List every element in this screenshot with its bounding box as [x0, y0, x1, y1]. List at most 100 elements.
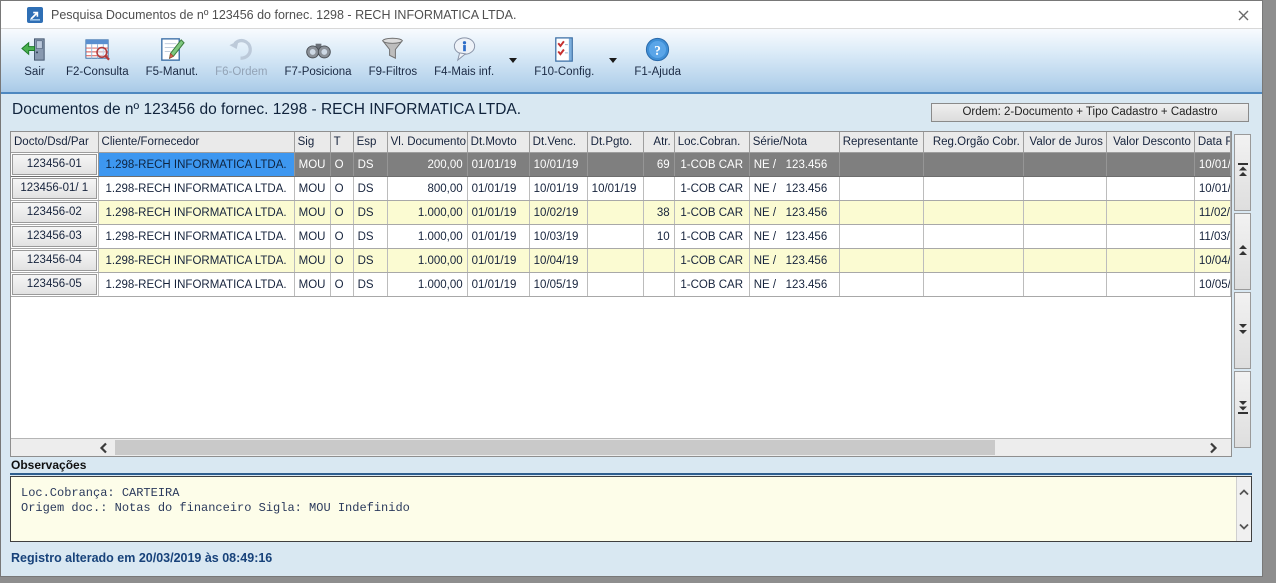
cell-sig[interactable]: MOU — [294, 225, 330, 249]
column-header[interactable]: Loc.Cobran. — [674, 132, 749, 153]
cell-valor_juros[interactable] — [1023, 177, 1106, 201]
cell-valor[interactable]: 1.000,00 — [387, 273, 467, 297]
cell-cliente[interactable]: 1.298-RECH INFORMATICA LTDA. — [98, 273, 294, 297]
cell-atr[interactable] — [643, 273, 674, 297]
cell-loc_cobran[interactable]: 1-COB CAR — [674, 225, 749, 249]
cell-loc_cobran[interactable]: 1-COB CAR — [674, 201, 749, 225]
toolbar-button-f4-mais-inf[interactable]: F4-Mais inf. — [429, 33, 499, 78]
cell-valor_juros[interactable] — [1023, 225, 1106, 249]
cell-serie_nota[interactable]: NE / 123.456 — [749, 273, 839, 297]
cell-valor_juros[interactable] — [1023, 273, 1106, 297]
cell-valor[interactable]: 1.000,00 — [387, 225, 467, 249]
cell-docto[interactable]: 123456-03 — [11, 225, 98, 249]
cell-dt_venc[interactable]: 10/01/19 — [529, 177, 587, 201]
cell-t[interactable]: O — [330, 177, 353, 201]
row-header-button[interactable]: 123456-01 — [12, 154, 97, 175]
cell-valor_desconto[interactable] — [1106, 177, 1194, 201]
column-header[interactable]: Vl. Documento — [387, 132, 467, 153]
cell-dt_venc[interactable]: 10/05/19 — [529, 273, 587, 297]
scroll-last-button[interactable] — [1234, 371, 1251, 448]
cell-data_f[interactable]: 11/03/ — [1194, 225, 1230, 249]
table-row[interactable]: 123456-01/ 11.298-RECH INFORMATICA LTDA.… — [11, 177, 1231, 201]
cell-atr[interactable] — [643, 177, 674, 201]
cell-docto[interactable]: 123456-01 — [11, 153, 98, 177]
scrollbar-thumb[interactable] — [115, 440, 995, 455]
cell-representante[interactable] — [839, 177, 923, 201]
toolbar-button-f10-config[interactable]: F10-Config. — [529, 33, 599, 78]
textarea-scrollbar[interactable] — [1236, 477, 1251, 541]
chevron-right-icon[interactable] — [1209, 441, 1218, 457]
cell-serie_nota[interactable]: NE / 123.456 — [749, 177, 839, 201]
cell-reg_orgao_cobr[interactable] — [923, 225, 1023, 249]
cell-t[interactable]: O — [330, 249, 353, 273]
table-row[interactable]: 123456-021.298-RECH INFORMATICA LTDA.MOU… — [11, 201, 1231, 225]
cell-docto[interactable]: 123456-05 — [11, 273, 98, 297]
cell-dt_venc[interactable]: 10/03/19 — [529, 225, 587, 249]
cell-valor_juros[interactable] — [1023, 249, 1106, 273]
cell-dt_venc[interactable]: 10/01/19 — [529, 153, 587, 177]
toolbar-button-f5-manut[interactable]: F5-Manut. — [141, 33, 203, 78]
cell-sig[interactable]: MOU — [294, 201, 330, 225]
cell-dt_venc[interactable]: 10/04/19 — [529, 249, 587, 273]
column-header[interactable]: Atr. — [643, 132, 674, 153]
table-row[interactable]: 123456-051.298-RECH INFORMATICA LTDA.MOU… — [11, 273, 1231, 297]
column-header[interactable]: Reg.Orgão Cobr. — [923, 132, 1023, 153]
cell-dt_pgto[interactable]: 10/01/19 — [587, 177, 643, 201]
cell-dt_movto[interactable]: 01/01/19 — [467, 273, 529, 297]
cell-esp[interactable]: DS — [353, 201, 387, 225]
cell-esp[interactable]: DS — [353, 225, 387, 249]
column-header[interactable]: Dt.Venc. — [529, 132, 587, 153]
column-header[interactable]: Dt.Movto — [467, 132, 529, 153]
cell-esp[interactable]: DS — [353, 273, 387, 297]
cell-t[interactable]: O — [330, 273, 353, 297]
cell-representante[interactable] — [839, 201, 923, 225]
table-row[interactable]: 123456-011.298-RECH INFORMATICA LTDA.MOU… — [11, 153, 1231, 177]
cell-reg_orgao_cobr[interactable] — [923, 177, 1023, 201]
cell-serie_nota[interactable]: NE / 123.456 — [749, 249, 839, 273]
cell-valor_juros[interactable] — [1023, 153, 1106, 177]
cell-t[interactable]: O — [330, 153, 353, 177]
toolbar-button-f9-filtros[interactable]: F9-Filtros — [364, 33, 423, 78]
cell-serie_nota[interactable]: NE / 123.456 — [749, 225, 839, 249]
column-header[interactable]: Representante — [839, 132, 923, 153]
cell-valor_desconto[interactable] — [1106, 273, 1194, 297]
dropdown-arrow-icon[interactable] — [609, 58, 617, 67]
cell-t[interactable]: O — [330, 225, 353, 249]
cell-dt_movto[interactable]: 01/01/19 — [467, 201, 529, 225]
row-header-button[interactable]: 123456-02 — [12, 202, 97, 223]
dropdown-arrow-icon[interactable] — [509, 58, 517, 67]
cell-valor[interactable]: 1.000,00 — [387, 201, 467, 225]
column-header[interactable]: Série/Nota — [749, 132, 839, 153]
cell-valor_desconto[interactable] — [1106, 201, 1194, 225]
scroll-first-button[interactable] — [1234, 134, 1251, 211]
horizontal-scrollbar[interactable] — [11, 438, 1231, 456]
cell-cliente[interactable]: 1.298-RECH INFORMATICA LTDA. — [98, 177, 294, 201]
cell-serie_nota[interactable]: NE / 123.456 — [749, 201, 839, 225]
column-header[interactable]: Docto/Dsd/Par — [11, 132, 98, 153]
row-header-button[interactable]: 123456-01/ 1 — [12, 178, 97, 199]
cell-reg_orgao_cobr[interactable] — [923, 249, 1023, 273]
cell-valor[interactable]: 1.000,00 — [387, 249, 467, 273]
cell-representante[interactable] — [839, 273, 923, 297]
scroll-down-button[interactable] — [1234, 292, 1251, 369]
close-button[interactable] — [1234, 6, 1252, 24]
cell-reg_orgao_cobr[interactable] — [923, 273, 1023, 297]
column-header[interactable]: Dt.Pgto. — [587, 132, 643, 153]
cell-data_f[interactable]: 10/01/ — [1194, 153, 1230, 177]
cell-representante[interactable] — [839, 249, 923, 273]
toolbar-button-f7-posiciona[interactable]: F7-Posiciona — [279, 33, 356, 78]
cell-data_f[interactable]: 10/05/ — [1194, 273, 1230, 297]
cell-docto[interactable]: 123456-01/ 1 — [11, 177, 98, 201]
cell-valor[interactable]: 800,00 — [387, 177, 467, 201]
cell-reg_orgao_cobr[interactable] — [923, 153, 1023, 177]
order-button[interactable]: Ordem: 2-Documento + Tipo Cadastro + Cad… — [931, 103, 1249, 122]
cell-dt_venc[interactable]: 10/02/19 — [529, 201, 587, 225]
cell-cliente[interactable]: 1.298-RECH INFORMATICA LTDA. — [98, 249, 294, 273]
column-header[interactable]: Sig — [294, 132, 330, 153]
cell-dt_pgto[interactable] — [587, 273, 643, 297]
cell-dt_pgto[interactable] — [587, 249, 643, 273]
cell-data_f[interactable]: 10/04/ — [1194, 249, 1230, 273]
row-header-button[interactable]: 123456-04 — [12, 250, 97, 271]
chevron-down-icon[interactable] — [1239, 517, 1249, 535]
cell-data_f[interactable]: 10/01/ — [1194, 177, 1230, 201]
